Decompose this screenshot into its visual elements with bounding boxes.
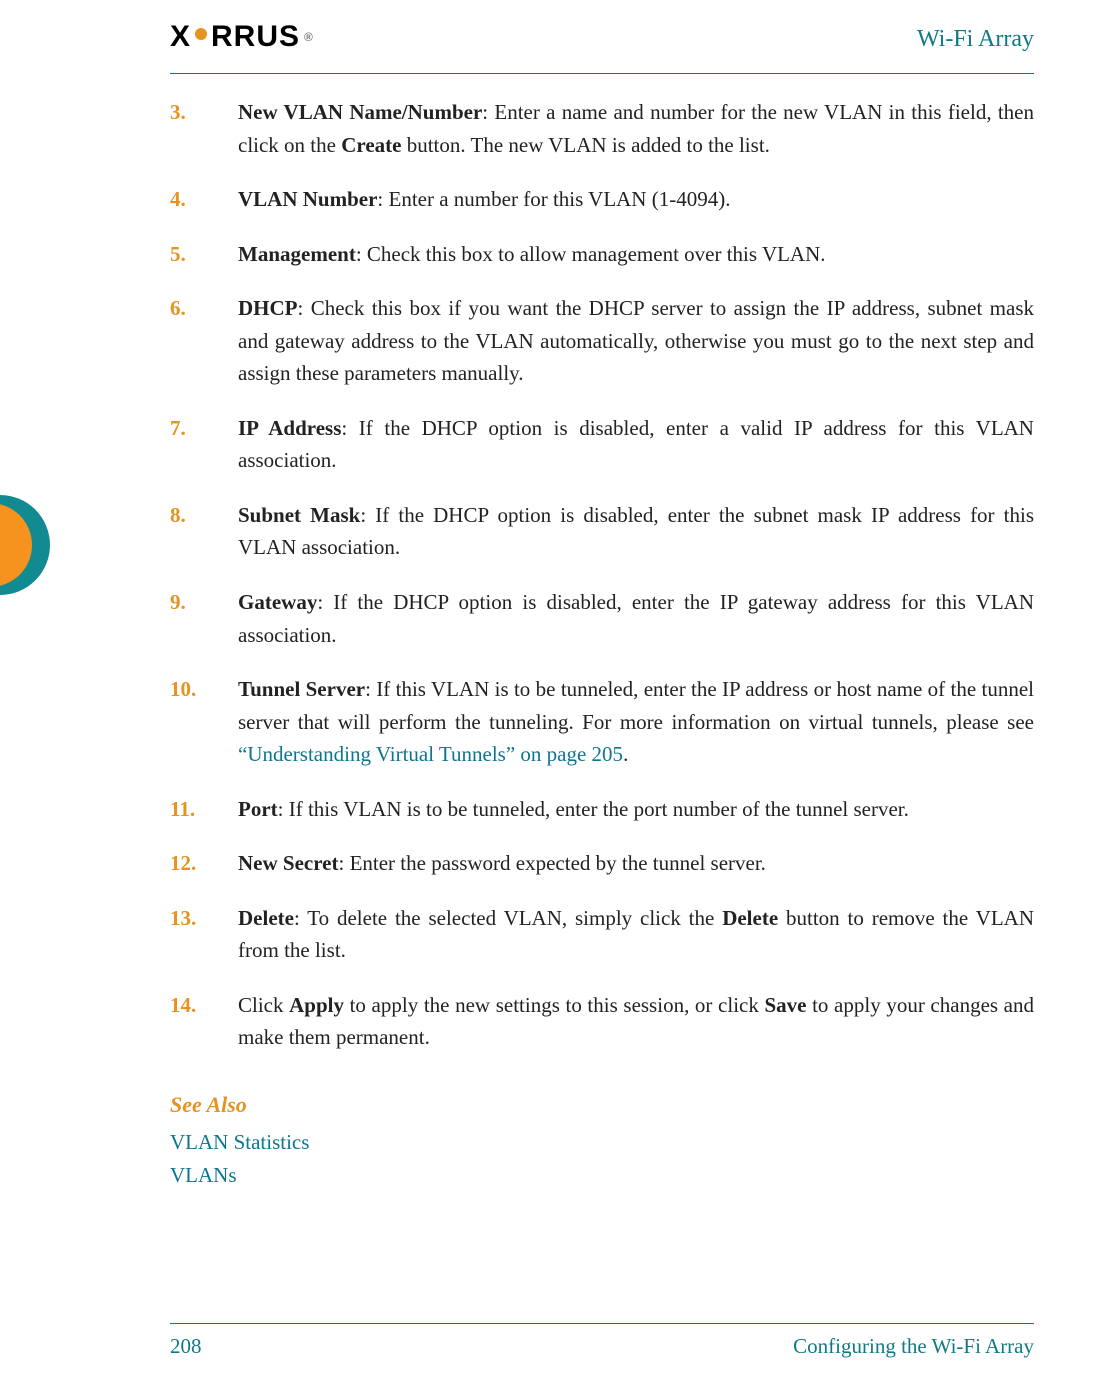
xirrus-logo: X RRUS ® (170, 20, 314, 54)
cross-reference-link[interactable]: “Understanding Virtual Tunnels” on page … (238, 742, 623, 766)
header-title: Wi-Fi Array (917, 26, 1034, 53)
step-number: 4. (170, 183, 218, 216)
step-text: Click (238, 993, 289, 1017)
step-9: 9. Gateway: If the DHCP option is disabl… (170, 586, 1034, 651)
step-text: : Enter the password expected by the tun… (338, 851, 765, 875)
step-number: 10. (170, 673, 218, 706)
step-6: 6. DHCP: Check this box if you want the … (170, 292, 1034, 390)
step-term: Port (238, 797, 278, 821)
inline-bold: Create (341, 133, 401, 157)
step-4: 4. VLAN Number: Enter a number for this … (170, 183, 1034, 216)
footer-rule (170, 1323, 1034, 1324)
steps-list: 3. New VLAN Name/Number: Enter a name an… (170, 96, 1034, 1054)
step-term: VLAN Number (238, 187, 377, 211)
inline-bold: Delete (722, 906, 778, 930)
step-3: 3. New VLAN Name/Number: Enter a name an… (170, 96, 1034, 161)
step-number: 13. (170, 902, 218, 935)
logo-trademark: ® (304, 30, 314, 44)
page: X RRUS ® Wi-Fi Array 3. New VLAN Name/Numb… (0, 0, 1094, 1381)
step-number: 8. (170, 499, 218, 532)
step-number: 12. (170, 847, 218, 880)
side-tab-icon (0, 490, 50, 600)
logo-text-right: RRUS (211, 20, 300, 54)
step-number: 9. (170, 586, 218, 619)
footer-row: 208 Configuring the Wi-Fi Array (170, 1334, 1034, 1359)
step-text: : To delete the selected VLAN, simply cl… (294, 906, 722, 930)
page-content: 3. New VLAN Name/Number: Enter a name an… (170, 96, 1034, 1191)
page-footer: 208 Configuring the Wi-Fi Array (170, 1323, 1034, 1359)
step-text: : Check this box if you want the DHCP se… (238, 296, 1034, 385)
see-also-link[interactable]: VLANs (170, 1159, 1034, 1192)
header-rule (170, 73, 1034, 74)
logo-text-left: X (170, 20, 191, 54)
step-number: 7. (170, 412, 218, 445)
see-also-block: See Also VLAN Statistics VLANs (170, 1088, 1034, 1191)
step-12: 12. New Secret: Enter the password expec… (170, 847, 1034, 880)
step-number: 5. (170, 238, 218, 271)
step-text: to apply the new settings to this sessio… (344, 993, 765, 1017)
step-term: New VLAN Name/Number (238, 100, 482, 124)
step-term: Management (238, 242, 356, 266)
page-number: 208 (170, 1334, 202, 1359)
step-5: 5. Management: Check this box to allow m… (170, 238, 1034, 271)
inline-bold: Save (764, 993, 806, 1017)
step-14: 14. Click Apply to apply the new setting… (170, 989, 1034, 1054)
step-number: 14. (170, 989, 218, 1022)
step-term: DHCP (238, 296, 298, 320)
step-text: . (623, 742, 628, 766)
step-term: Tunnel Server (238, 677, 365, 701)
see-also-link[interactable]: VLAN Statistics (170, 1126, 1034, 1159)
step-13: 13. Delete: To delete the selected VLAN,… (170, 902, 1034, 967)
step-7: 7. IP Address: If the DHCP option is dis… (170, 412, 1034, 477)
see-also-heading: See Also (170, 1088, 1034, 1122)
step-8: 8. Subnet Mask: If the DHCP option is di… (170, 499, 1034, 564)
step-10: 10. Tunnel Server: If this VLAN is to be… (170, 673, 1034, 771)
step-term: New Secret (238, 851, 338, 875)
step-11: 11. Port: If this VLAN is to be tunneled… (170, 793, 1034, 826)
inline-bold: Apply (289, 993, 344, 1017)
step-term: Subnet Mask (238, 503, 360, 527)
step-text: : Check this box to allow management ove… (356, 242, 826, 266)
step-number: 6. (170, 292, 218, 325)
step-term: Gateway (238, 590, 317, 614)
step-text: : Enter a number for this VLAN (1-4094). (377, 187, 730, 211)
step-term: IP Address (238, 416, 341, 440)
step-number: 3. (170, 96, 218, 129)
page-header: X RRUS ® Wi-Fi Array (170, 20, 1034, 74)
step-text: button. The new VLAN is added to the lis… (401, 133, 769, 157)
step-text: : If the DHCP option is disabled, enter … (238, 590, 1034, 647)
step-term: Delete (238, 906, 294, 930)
logo-dot-icon (195, 28, 207, 40)
step-number: 11. (170, 793, 218, 826)
step-text: : If this VLAN is to be tunneled, enter … (278, 797, 909, 821)
footer-section-title: Configuring the Wi-Fi Array (793, 1334, 1034, 1359)
step-text: : If the DHCP option is disabled, enter … (238, 416, 1034, 473)
